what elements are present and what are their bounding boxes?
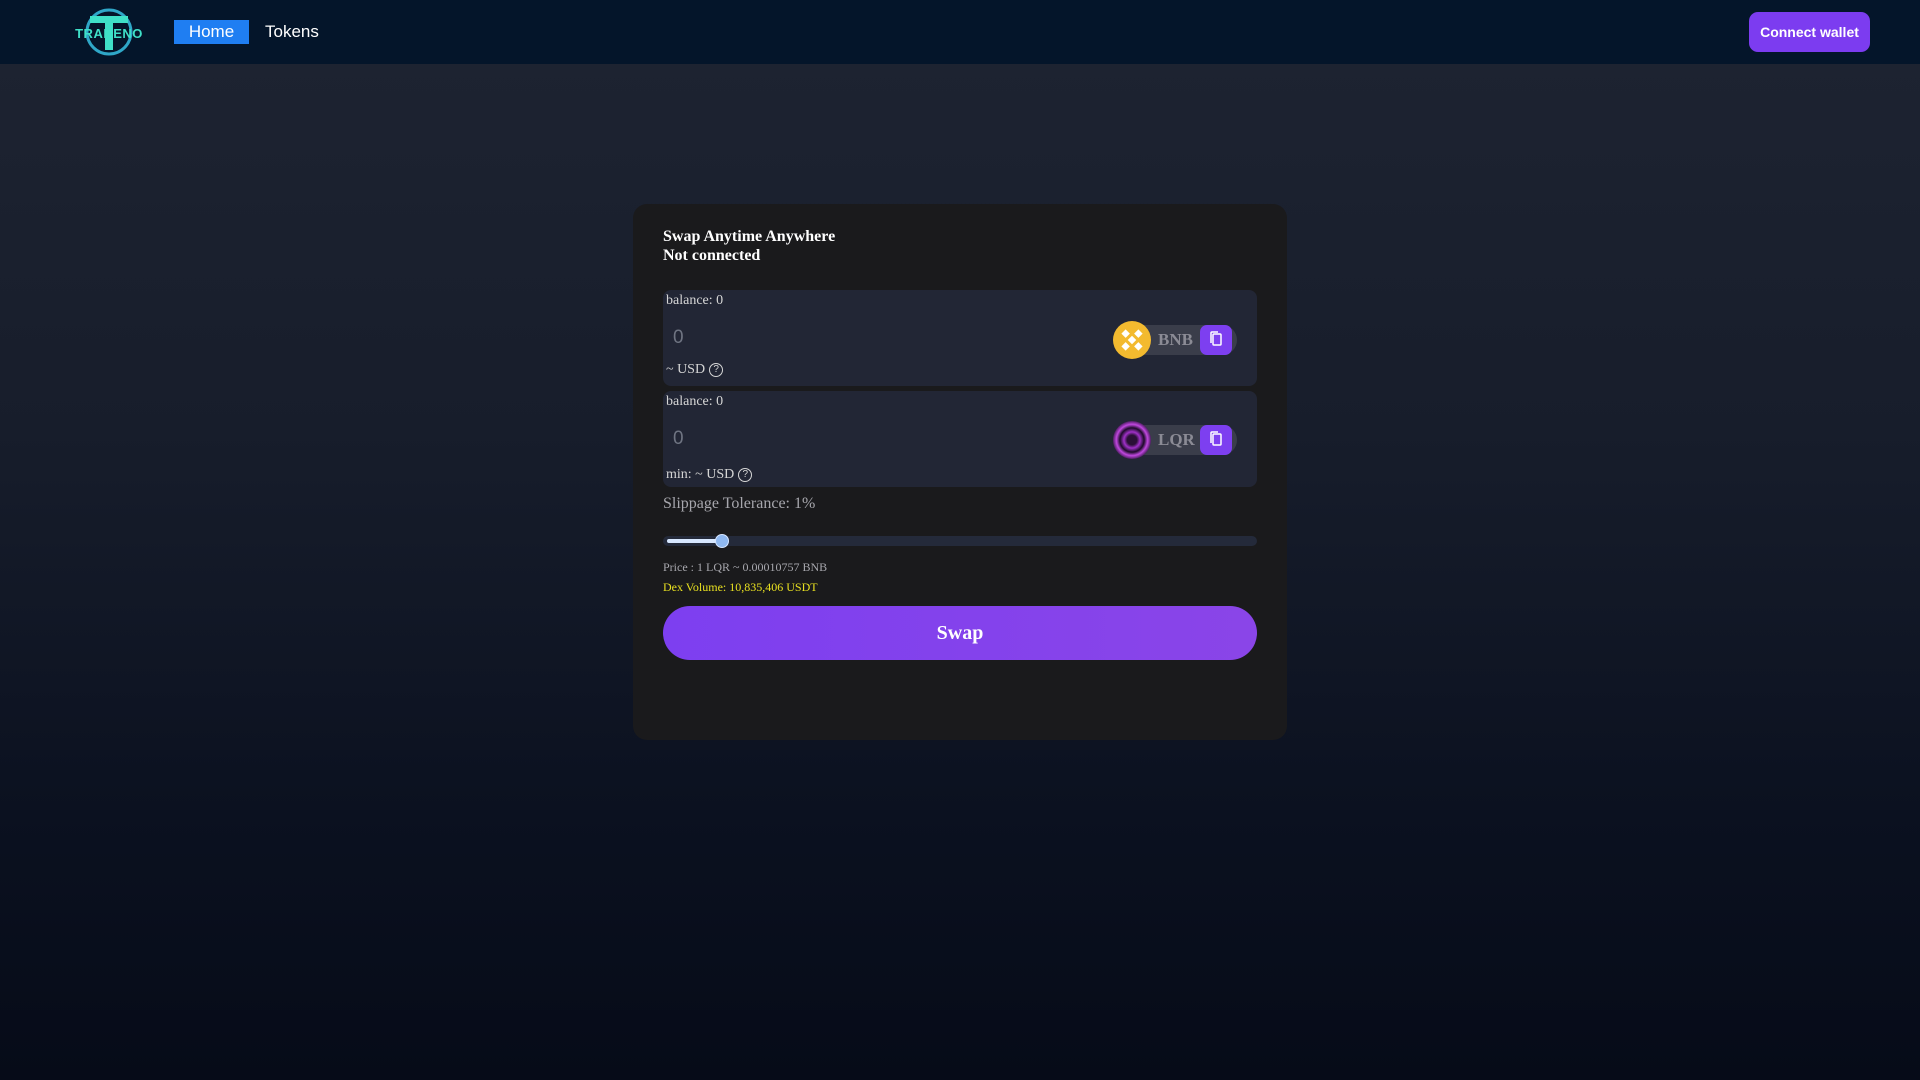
connect-wallet-button[interactable]: Connect wallet bbox=[1749, 12, 1870, 52]
help-icon[interactable]: ? bbox=[709, 363, 724, 377]
from-token-panel: balance: 0 ~ USD ? BNB bbox=[663, 290, 1257, 386]
to-amount-input[interactable] bbox=[671, 421, 1095, 457]
copy-icon bbox=[1210, 431, 1222, 446]
nav-home[interactable]: Home bbox=[174, 20, 249, 44]
copy-address-button[interactable] bbox=[1200, 325, 1232, 355]
to-usd-estimate: min: ~ USD ? bbox=[666, 467, 753, 483]
slippage-slider[interactable] bbox=[663, 534, 1257, 548]
from-usd-estimate: ~ USD ? bbox=[666, 362, 724, 378]
price-info: Price : 1 LQR ~ 0.00010757 BNB bbox=[663, 560, 828, 574]
copy-icon bbox=[1210, 331, 1222, 346]
swap-title: Swap Anytime Anywhere bbox=[663, 228, 836, 245]
from-token-symbol: BNB bbox=[1158, 330, 1193, 349]
swap-button[interactable]: Swap bbox=[663, 606, 1257, 660]
from-token-selector[interactable]: BNB bbox=[1113, 321, 1237, 359]
copy-address-button[interactable] bbox=[1200, 425, 1232, 455]
top-navbar: TRADENO Home Tokens Connect wallet bbox=[0, 0, 1920, 64]
connection-status: Not connected bbox=[663, 247, 761, 264]
help-icon[interactable]: ? bbox=[738, 468, 753, 482]
lqr-icon bbox=[1113, 421, 1151, 459]
tradeno-logo[interactable]: TRADENO bbox=[72, 6, 146, 58]
to-usd-label: min: ~ USD bbox=[666, 467, 735, 482]
to-token-panel: balance: 0 min: ~ USD ? LQR bbox=[663, 391, 1257, 487]
from-balance: balance: 0 bbox=[666, 293, 724, 308]
nav-tokens[interactable]: Tokens bbox=[265, 20, 319, 44]
slippage-slider-thumb[interactable] bbox=[715, 534, 729, 548]
from-amount-input[interactable] bbox=[671, 320, 1095, 356]
to-balance: balance: 0 bbox=[666, 394, 724, 409]
swap-card: Swap Anytime Anywhere Not connected bala… bbox=[633, 204, 1287, 740]
bnb-icon bbox=[1113, 321, 1151, 359]
slippage-label: Slippage Tolerance: 1% bbox=[663, 495, 816, 512]
to-token-selector[interactable]: LQR bbox=[1113, 421, 1237, 459]
dex-volume: Dex Volume: 10,835,406 USDT bbox=[663, 580, 818, 594]
to-token-symbol: LQR bbox=[1158, 430, 1195, 449]
logo-text: TRADENO bbox=[75, 26, 143, 41]
from-usd-label: ~ USD bbox=[666, 362, 706, 377]
